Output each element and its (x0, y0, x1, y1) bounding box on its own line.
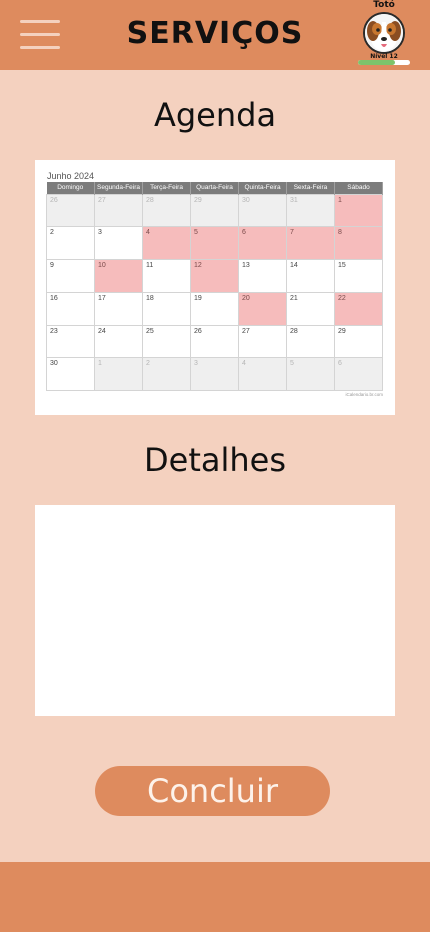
level-progress-bar (358, 60, 410, 65)
calendar-day[interactable]: 24 (94, 324, 143, 359)
level-progress-fill (358, 60, 396, 65)
calendar-day[interactable]: 14 (286, 259, 335, 293)
calendar-day[interactable]: 28 (142, 193, 191, 228)
calendar-day[interactable]: 23 (46, 324, 95, 359)
dog-avatar[interactable] (363, 12, 405, 54)
calendar-week-row: 26 27 28 29 30 31 1 (46, 193, 383, 228)
weekday-header: Sexta-Feira (286, 182, 335, 194)
calendar-day[interactable]: 1 (334, 193, 383, 228)
calendar-day[interactable]: 2 (142, 357, 191, 392)
calendar-day[interactable]: 6 (334, 357, 383, 392)
app-footer (0, 862, 430, 932)
calendar-day[interactable]: 3 (94, 226, 143, 261)
weekday-header: Segunda-Feira (94, 182, 143, 194)
calendar-day[interactable]: 26 (46, 193, 95, 228)
calendar-week-row: 9 10 11 12 13 14 15 (46, 259, 383, 293)
calendar-day[interactable]: 4 (142, 226, 191, 261)
level-label: Nível 12 (370, 53, 398, 60)
calendar-day[interactable]: 3 (190, 357, 239, 392)
weekday-header: Sábado (334, 182, 383, 194)
calendar: Junho 2024 Domingo Segunda-Feira Terça-Fei… (35, 160, 395, 415)
calendar-credit: iCalendario.br.com (345, 392, 383, 397)
agenda-title: Agenda (153, 96, 277, 134)
calendar-day[interactable]: 1 (94, 357, 143, 392)
calendar-day[interactable]: 30 (238, 193, 287, 228)
pet-name: Totó (373, 0, 395, 10)
weekday-header: Domingo (46, 182, 95, 194)
calendar-day[interactable]: 27 (238, 324, 287, 359)
calendar-day[interactable]: 11 (142, 259, 191, 293)
calendar-day[interactable]: 31 (286, 193, 335, 228)
calendar-day[interactable]: 17 (94, 291, 143, 326)
calendar-day[interactable]: 16 (46, 291, 95, 326)
calendar-day[interactable]: 7 (286, 226, 335, 261)
calendar-day[interactable]: 25 (142, 324, 191, 359)
calendar-week-row: 16 17 18 19 20 21 22 (46, 291, 383, 326)
calendar-day[interactable]: 29 (190, 193, 239, 228)
calendar-week-row: 2345678 (46, 226, 383, 261)
calendar-day[interactable]: 15 (334, 259, 383, 293)
calendar-day[interactable]: 18 (142, 291, 191, 326)
calendar-day[interactable]: 12 (190, 259, 239, 293)
calendar-grid: Domingo Segunda-Feira Terça-Feira Quarta-Fe… (46, 182, 383, 392)
calendar-day[interactable]: 28 (286, 324, 335, 359)
calendar-day[interactable]: 8 (334, 226, 383, 261)
calendar-day[interactable]: 9 (46, 259, 95, 293)
calendar-day[interactable]: 26 (190, 324, 239, 359)
dog-avatar-icon (365, 14, 403, 52)
calendar-week-row: 30 1 2 3 4 5 6 (46, 357, 383, 392)
calendar-day[interactable]: 6 (238, 226, 287, 261)
weekday-header: Quinta-Feira (238, 182, 287, 194)
calendar-day[interactable]: 5 (190, 226, 239, 261)
calendar-day[interactable]: 20 (238, 291, 287, 326)
app-header: SERVIÇOS Totó Nível 12 (0, 0, 430, 70)
calendar-day[interactable]: 22 (334, 291, 383, 326)
calendar-day[interactable]: 13 (238, 259, 287, 293)
calendar-day[interactable]: 5 (286, 357, 335, 392)
calendar-day[interactable]: 27 (94, 193, 143, 228)
details-field[interactable] (35, 505, 395, 716)
calendar-day[interactable]: 19 (190, 291, 239, 326)
calendar-month-label: Junho 2024 (47, 171, 95, 181)
conclude-button[interactable]: Concluir (95, 766, 330, 816)
weekday-header: Quarta-Feira (190, 182, 239, 194)
calendar-day[interactable]: 4 (238, 357, 287, 392)
calendar-day[interactable]: 21 (286, 291, 335, 326)
calendar-day[interactable]: 2 (46, 226, 95, 261)
details-title: Detalhes (143, 441, 286, 479)
weekday-header: Terça-Feira (142, 182, 191, 194)
calendar-day[interactable]: 29 (334, 324, 383, 359)
calendar-day[interactable]: 10 (94, 259, 143, 293)
calendar-day[interactable]: 30 (46, 357, 95, 392)
calendar-week-row: 23 24 25 26 27 28 29 (46, 324, 383, 359)
